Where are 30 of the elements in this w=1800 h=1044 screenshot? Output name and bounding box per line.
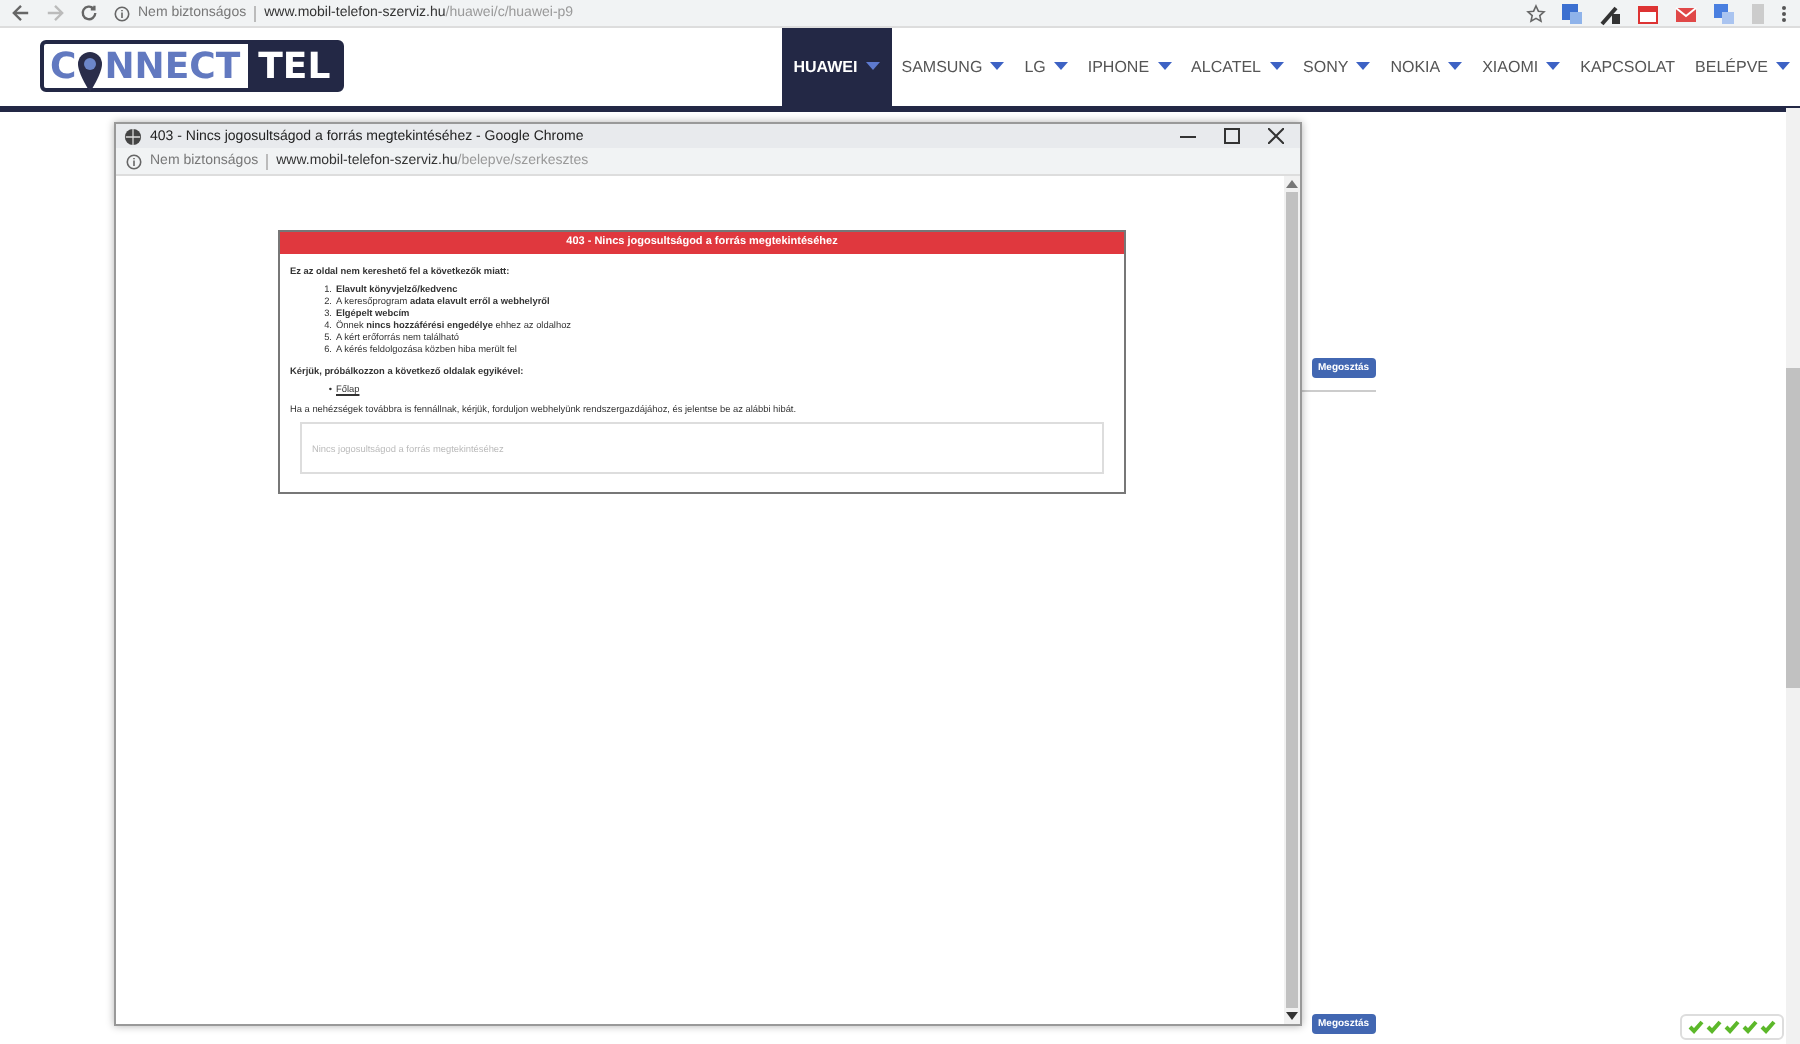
nav-item[interactable]: SAMSUNG [891,28,1015,106]
nav-item[interactable]: NOKIA [1380,28,1473,106]
calendar-icon[interactable] [1636,1,1660,25]
location-pin-icon [76,50,105,94]
nav-item[interactable]: BELÉPVE [1685,28,1800,106]
site-logo[interactable]: C NNECT TEL [40,40,345,92]
info-icon [126,153,142,169]
divider-line [1300,390,1376,392]
back-icon[interactable] [12,4,30,22]
menu-icon[interactable] [1780,1,1788,25]
page-scrollbar[interactable] [1786,108,1800,1044]
star-icon[interactable] [1526,3,1546,23]
nav-item[interactable]: SONY [1293,28,1381,106]
close-icon[interactable] [1268,128,1284,144]
translate-icon[interactable] [1712,1,1736,25]
reload-icon[interactable] [80,4,98,22]
info-icon [114,5,130,21]
nav-item[interactable]: XIAOMI [1472,28,1571,106]
nav-item[interactable]: KAPCSOLAT [1570,28,1686,106]
maximize-icon[interactable] [1224,128,1240,144]
scroll-up-icon[interactable] [1286,180,1298,188]
scroll-down-icon[interactable] [1286,1012,1298,1020]
extension-icon[interactable] [1598,1,1622,25]
mail-icon[interactable] [1674,1,1698,25]
globe-icon [124,127,142,145]
nav-item[interactable]: ALCATEL [1181,28,1294,106]
nav-item[interactable]: IPHONE [1077,28,1182,106]
scrollbar[interactable] [1284,176,1300,1024]
nav-item[interactable]: HUAWEI [781,28,892,106]
nav-item[interactable]: LG [1014,28,1078,106]
